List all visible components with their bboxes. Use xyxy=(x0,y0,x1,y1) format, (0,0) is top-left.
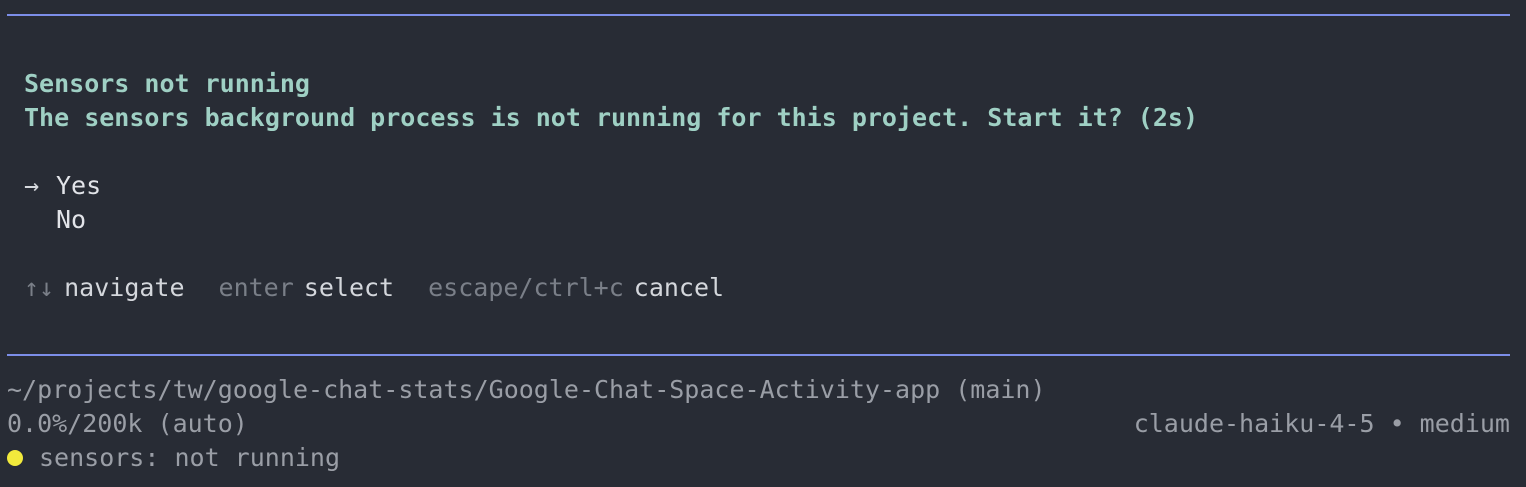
confirm-dialog: Sensors not running The sensors backgrou… xyxy=(24,67,1504,305)
option-yes[interactable]: → Yes xyxy=(24,169,1504,203)
hint-enter-key: enter xyxy=(218,273,294,302)
status-bar: ~/projects/tw/google-chat-stats/Google-C… xyxy=(7,373,1510,475)
status-dot-icon xyxy=(7,450,23,466)
option-yes-label: Yes xyxy=(56,171,102,200)
context-usage: 0.0%/200k (auto) xyxy=(7,409,248,438)
dialog-message: The sensors background process is not ru… xyxy=(24,103,1198,132)
top-divider xyxy=(7,14,1510,16)
project-path: ~/projects/tw/google-chat-stats/Google-C… xyxy=(7,375,1046,404)
arrows-icon: ↑↓ xyxy=(24,273,55,302)
hint-cancel: cancel xyxy=(633,273,725,302)
dialog-title: Sensors not running xyxy=(24,69,310,98)
hint-escape-key: escape/ctrl+c xyxy=(428,273,624,302)
hint-navigate: navigate xyxy=(64,273,185,302)
option-no-label: No xyxy=(56,205,87,234)
keyboard-hints: ↑↓ navigate enter select escape/ctrl+c cancel xyxy=(24,271,1504,305)
hint-select: select xyxy=(303,273,395,302)
model-indicator: claude-haiku-4-5 • medium xyxy=(1133,409,1510,438)
arrow-right-icon: → xyxy=(24,171,40,200)
option-no[interactable]: No xyxy=(24,203,1504,237)
sensors-status-text: sensors: not running xyxy=(39,443,341,472)
sensors-status: sensors: not running xyxy=(7,441,340,475)
bottom-divider xyxy=(7,354,1510,356)
